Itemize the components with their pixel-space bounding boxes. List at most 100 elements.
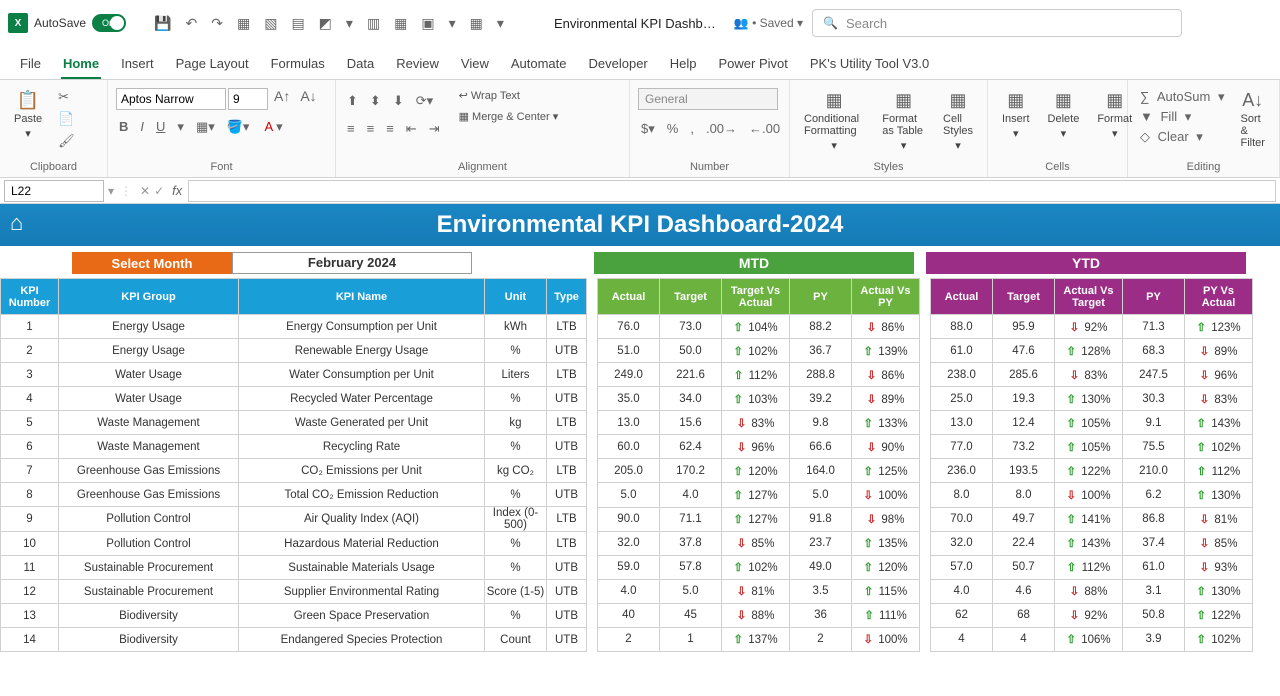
table-row[interactable]: 59.057.8⇧ 102%49.0⇧ 120%	[598, 555, 920, 579]
col-py[interactable]: PY	[1123, 279, 1185, 315]
table-row[interactable]: 57.050.7⇧ 112%61.0⇩ 93%	[931, 555, 1253, 579]
align-center-icon[interactable]: ≡	[364, 120, 378, 138]
col-kpi-name[interactable]: KPI Name	[239, 279, 485, 315]
tab-view[interactable]: View	[459, 50, 491, 79]
col-target[interactable]: Target	[993, 279, 1055, 315]
qat-icon[interactable]: ◩	[315, 15, 336, 32]
font-size-select[interactable]	[228, 88, 268, 110]
cut-icon[interactable]: ✂	[54, 88, 79, 106]
format-as-table-button[interactable]: ▦Format as Table▾	[876, 88, 931, 154]
col-kpi-number[interactable]: KPI Number	[1, 279, 59, 315]
formula-input[interactable]	[188, 180, 1276, 202]
italic-icon[interactable]: I	[137, 118, 147, 136]
table-row[interactable]: 35.034.0⇧ 103%39.2⇩ 89%	[598, 387, 920, 411]
delete-button[interactable]: ▦Delete▾	[1042, 88, 1086, 142]
table-row[interactable]: 77.073.2⇧ 105%75.5⇧ 102%	[931, 435, 1253, 459]
filename[interactable]: Environmental KPI Dashb…	[554, 16, 716, 31]
name-box[interactable]	[4, 180, 104, 202]
table-row[interactable]: 32.022.4⇧ 143%37.4⇩ 85%	[931, 531, 1253, 555]
enter-icon[interactable]: ✓	[152, 184, 166, 198]
border-icon[interactable]: ▦▾	[193, 118, 218, 136]
table-row[interactable]: 5.04.0⇧ 127%5.0⇩ 100%	[598, 483, 920, 507]
table-row[interactable]: 13.015.6⇩ 83%9.8⇧ 133%	[598, 411, 920, 435]
save-icon[interactable]: 💾	[150, 15, 175, 32]
qat-icon[interactable]: ▧	[260, 15, 281, 32]
qat-icon[interactable]: ▦	[233, 15, 254, 32]
qat-icon[interactable]: ▦	[390, 15, 411, 32]
col-actual[interactable]: Actual	[598, 279, 660, 315]
redo-icon[interactable]: ↷	[207, 15, 227, 32]
tab-home[interactable]: Home	[61, 50, 101, 79]
indent-dec-icon[interactable]: ⇤	[403, 120, 420, 138]
table-row[interactable]: 238.0285.6⇩ 83%247.5⇩ 96%	[931, 363, 1253, 387]
table-row[interactable]: 60.062.4⇩ 96%66.6⇩ 90%	[598, 435, 920, 459]
table-row[interactable]: 7Greenhouse Gas EmissionsCO₂ Emissions p…	[1, 459, 587, 483]
align-right-icon[interactable]: ≡	[383, 120, 397, 138]
table-row[interactable]: 249.0221.6⇧ 112%288.8⇩ 86%	[598, 363, 920, 387]
table-row[interactable]: 3Water UsageWater Consumption per UnitLi…	[1, 363, 587, 387]
col-py[interactable]: PY	[790, 279, 852, 315]
fx-icon[interactable]: fx	[166, 183, 188, 198]
table-row[interactable]: 205.0170.2⇧ 120%164.0⇧ 125%	[598, 459, 920, 483]
tab-insert[interactable]: Insert	[119, 50, 156, 79]
increase-decimal-icon[interactable]: .00→	[703, 120, 740, 138]
undo-icon[interactable]: ↶	[182, 15, 202, 32]
table-row[interactable]: 11Sustainable ProcurementSustainable Mat…	[1, 556, 587, 580]
table-row[interactable]: 70.049.7⇧ 141%86.8⇩ 81%	[931, 507, 1253, 531]
table-row[interactable]: 6Waste ManagementRecycling Rate%UTB	[1, 435, 587, 459]
clear-button[interactable]: ◇ Clear ▾	[1136, 128, 1229, 146]
orientation-icon[interactable]: ⟳▾	[413, 92, 436, 110]
col-target[interactable]: Target	[660, 279, 722, 315]
table-row[interactable]: 4.05.0⇩ 81%3.5⇧ 115%	[598, 579, 920, 603]
underline-icon[interactable]: U	[153, 118, 168, 136]
align-top-icon[interactable]: ⬆	[344, 92, 361, 110]
chevron-down-icon[interactable]: ▾	[342, 15, 357, 32]
qat-icon[interactable]: ▤	[287, 15, 308, 32]
comma-icon[interactable]: ,	[687, 120, 697, 138]
tab-power-pivot[interactable]: Power Pivot	[717, 50, 790, 79]
bold-icon[interactable]: B	[116, 118, 131, 136]
month-selector[interactable]: February 2024	[232, 252, 472, 274]
font-name-select[interactable]	[116, 88, 226, 110]
table-row[interactable]: 32.037.8⇩ 85%23.7⇧ 135%	[598, 531, 920, 555]
table-row[interactable]: 2Energy UsageRenewable Energy Usage%UTB	[1, 339, 587, 363]
table-row[interactable]: 4Water UsageRecycled Water Percentage%UT…	[1, 387, 587, 411]
home-icon[interactable]: ⌂	[10, 210, 23, 236]
indent-inc-icon[interactable]: ⇥	[426, 120, 443, 138]
col-type[interactable]: Type	[547, 279, 587, 315]
col-unit[interactable]: Unit	[485, 279, 547, 315]
table-row[interactable]: 14BiodiversityEndangered Species Protect…	[1, 628, 587, 652]
tab-data[interactable]: Data	[345, 50, 376, 79]
table-row[interactable]: 44⇧ 106%3.9⇧ 102%	[931, 627, 1253, 651]
table-row[interactable]: 13BiodiversityGreen Space Preservation%U…	[1, 604, 587, 628]
table-row[interactable]: 9Pollution ControlAir Quality Index (AQI…	[1, 507, 587, 532]
format-painter-icon[interactable]: 🖌	[54, 132, 79, 150]
chevron-down-icon[interactable]: ▾	[445, 15, 460, 32]
font-color-icon[interactable]: A▾	[258, 118, 285, 136]
tab-page-layout[interactable]: Page Layout	[174, 50, 251, 79]
fill-color-icon[interactable]: 🪣▾	[224, 118, 253, 136]
number-format-select[interactable]	[638, 88, 778, 110]
search-input[interactable]: 🔍 Search	[812, 9, 1182, 37]
copy-icon[interactable]: 📄	[54, 110, 79, 128]
autosave-toggle[interactable]: AutoSave On	[34, 14, 144, 32]
merge-center-button[interactable]: ▦ Merge & Center ▾	[457, 109, 561, 124]
qat-icon[interactable]: ▥	[363, 15, 384, 32]
decrease-font-icon[interactable]: A↓	[296, 88, 320, 110]
col-actual-vs-py[interactable]: Actual Vs PY	[852, 279, 920, 315]
tab-developer[interactable]: Developer	[587, 50, 650, 79]
sort-filter-button[interactable]: A↓Sort & Filter	[1235, 88, 1271, 151]
tab-formulas[interactable]: Formulas	[269, 50, 327, 79]
table-row[interactable]: 6268⇩ 92%50.8⇧ 122%	[931, 603, 1253, 627]
table-row[interactable]: 21⇧ 137%2⇩ 100%	[598, 627, 920, 651]
table-row[interactable]: 25.019.3⇧ 130%30.3⇩ 83%	[931, 387, 1253, 411]
table-row[interactable]: 13.012.4⇧ 105%9.1⇧ 143%	[931, 411, 1253, 435]
paste-button[interactable]: 📋Paste▾	[8, 88, 48, 142]
table-row[interactable]: 4045⇩ 88%36⇧ 111%	[598, 603, 920, 627]
align-left-icon[interactable]: ≡	[344, 120, 358, 138]
table-row[interactable]: 1Energy UsageEnergy Consumption per Unit…	[1, 315, 587, 339]
conditional-formatting-button[interactable]: ▦Conditional Formatting▾	[798, 88, 870, 154]
table-row[interactable]: 61.047.6⇧ 128%68.3⇩ 89%	[931, 339, 1253, 363]
align-middle-icon[interactable]: ⬍	[367, 92, 384, 110]
tab-review[interactable]: Review	[394, 50, 441, 79]
